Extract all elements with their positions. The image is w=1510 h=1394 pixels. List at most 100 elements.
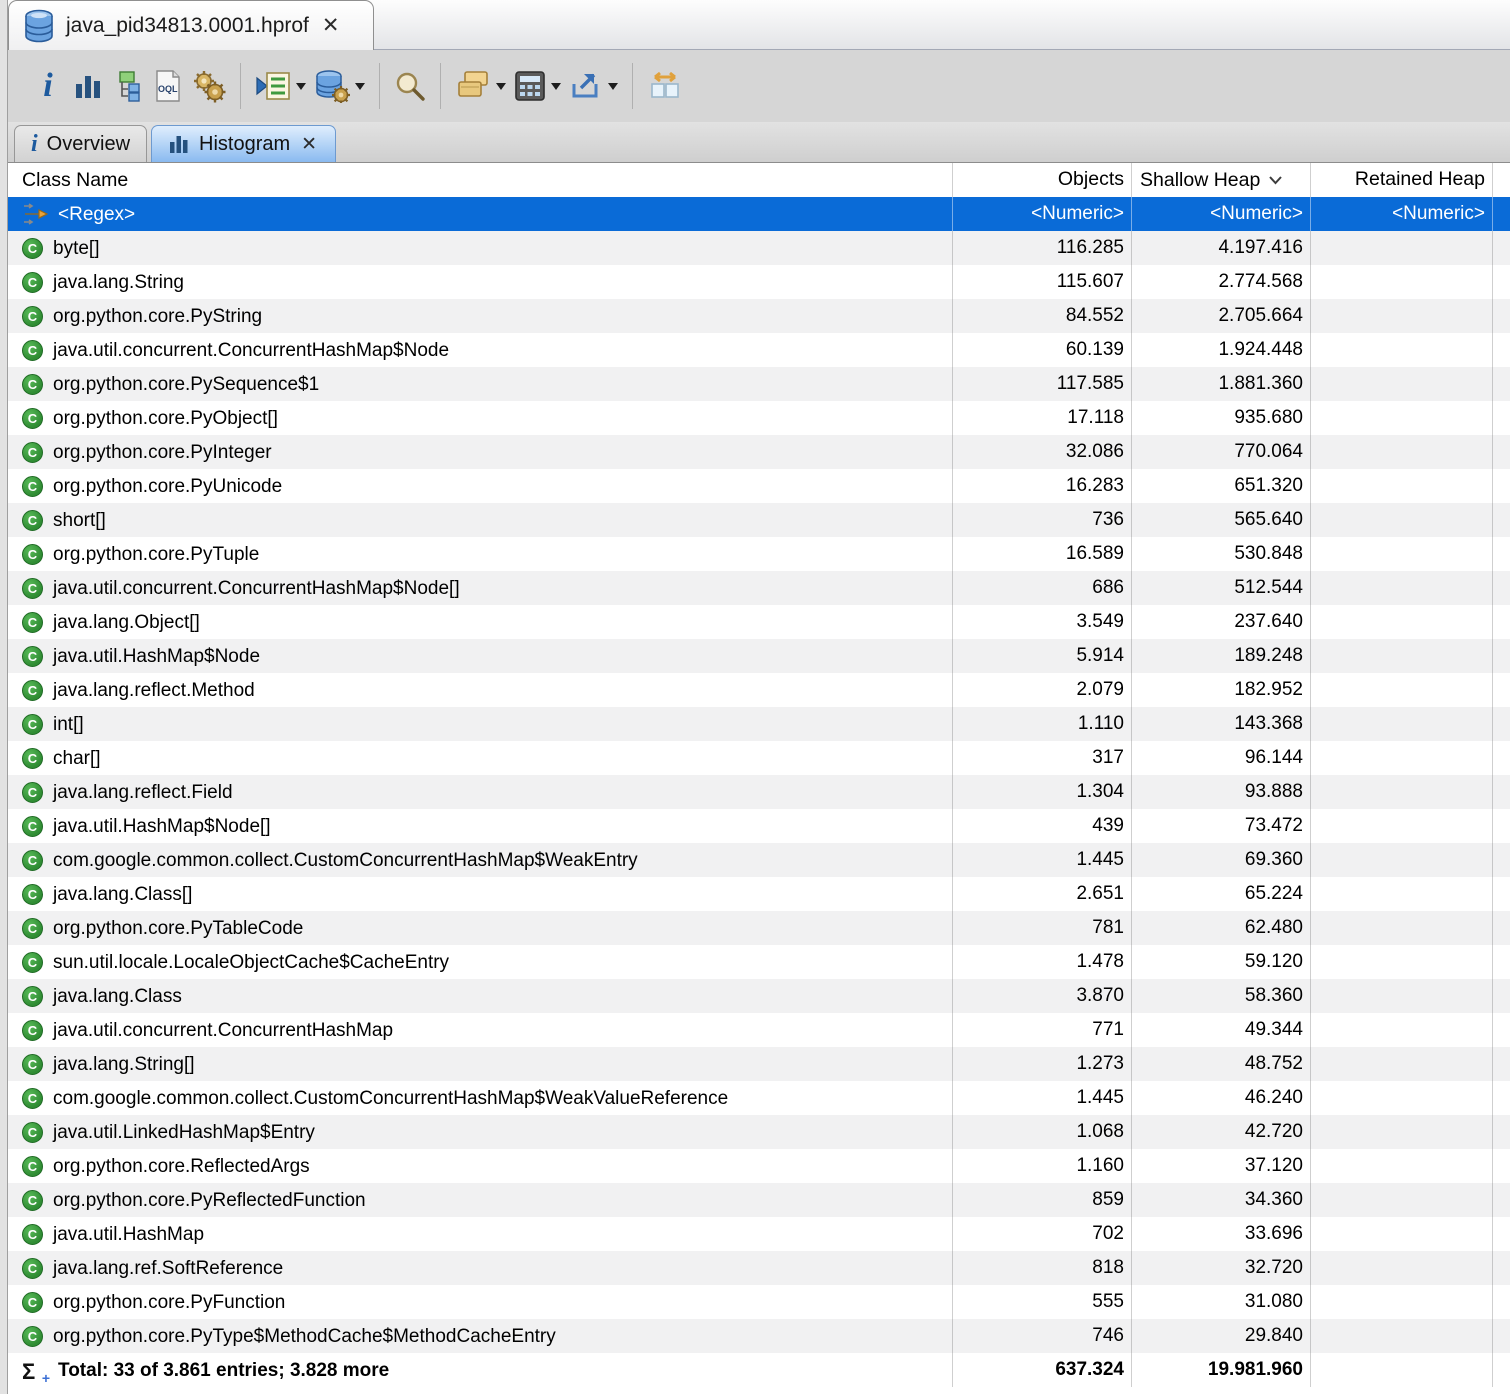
table-row[interactable]: C java.util.concurrent.ConcurrentHashMap… [8, 571, 1510, 605]
objects-value: 555 [953, 1285, 1132, 1319]
table-row[interactable]: C java.lang.String 115.607 2.774.568 [8, 265, 1510, 299]
row-tail [1493, 979, 1510, 1013]
column-header-objects[interactable]: Objects [953, 163, 1132, 197]
shallow-heap-value: 182.952 [1132, 673, 1311, 707]
table-row[interactable]: C int[] 1.110 143.368 [8, 707, 1510, 741]
table-row[interactable]: C java.lang.reflect.Method 2.079 182.952 [8, 673, 1510, 707]
customize-expert-button[interactable] [188, 62, 230, 110]
table-row[interactable]: C java.lang.Class 3.870 58.360 [8, 979, 1510, 1013]
column-header-class-name[interactable]: Class Name [8, 163, 953, 197]
filter-row[interactable]: <Regex> <Numeric> <Numeric> <Numeric> [8, 197, 1510, 231]
row-tail [1493, 911, 1510, 945]
row-tail [1493, 707, 1510, 741]
table-row[interactable]: C org.python.core.ReflectedArgs 1.160 37… [8, 1149, 1510, 1183]
shallow-heap-filter-input[interactable]: <Numeric> [1132, 197, 1311, 231]
tab-histogram[interactable]: Histogram ✕ [151, 125, 336, 162]
dominator-tree-button[interactable] [108, 62, 148, 110]
table-row[interactable]: C java.util.concurrent.ConcurrentHashMap… [8, 333, 1510, 367]
table-row[interactable]: C java.util.LinkedHashMap$Entry 1.068 42… [8, 1115, 1510, 1149]
objects-value: 1.160 [953, 1149, 1132, 1183]
dropdown-arrow-icon[interactable] [296, 83, 306, 90]
heap-dump-actions-button[interactable] [310, 62, 369, 110]
class-name: org.python.core.PyTableCode [53, 912, 303, 945]
table-row[interactable]: C org.python.core.PyInteger 32.086 770.0… [8, 435, 1510, 469]
objects-value: 439 [953, 809, 1132, 843]
table-row[interactable]: C org.python.core.PyFunction 555 31.080 [8, 1285, 1510, 1319]
class-name: java.util.HashMap$Node [53, 640, 260, 673]
table-row[interactable]: C java.util.HashMap 702 33.696 [8, 1217, 1510, 1251]
table-row[interactable]: C java.util.HashMap$Node[] 439 73.472 [8, 809, 1510, 843]
retained-heap-value [1311, 1115, 1493, 1149]
shallow-heap-value: 2.705.664 [1132, 299, 1311, 333]
table-row[interactable]: C sun.util.locale.LocaleObjectCache$Cach… [8, 945, 1510, 979]
class-icon: C [22, 850, 43, 871]
class-name: java.util.HashMap [53, 1218, 204, 1251]
dropdown-arrow-icon[interactable] [608, 83, 618, 90]
objects-value: 1.445 [953, 1081, 1132, 1115]
table-row[interactable]: C java.lang.reflect.Field 1.304 93.888 [8, 775, 1510, 809]
class-name: org.python.core.PyObject[] [53, 402, 278, 435]
table-row[interactable]: C org.python.core.PyType$MethodCache$Met… [8, 1319, 1510, 1353]
class-icon: C [22, 1156, 43, 1177]
editor-tab-close-icon[interactable]: ✕ [320, 15, 342, 36]
editor-tab-hprof[interactable]: java_pid34813.0001.hprof ✕ [8, 0, 374, 50]
retained-heap-value [1311, 1081, 1493, 1115]
class-icon: C [22, 272, 43, 293]
heap-info-button[interactable]: i [28, 62, 68, 110]
shallow-heap-value: 59.120 [1132, 945, 1311, 979]
table-row[interactable]: C java.lang.Class[] 2.651 65.224 [8, 877, 1510, 911]
class-name: java.lang.reflect.Method [53, 674, 255, 707]
objects-value: 2.079 [953, 673, 1132, 707]
retained-heap-value [1311, 1285, 1493, 1319]
table-row[interactable]: C java.lang.ref.SoftReference 818 32.720 [8, 1251, 1510, 1285]
retained-heap-value [1311, 843, 1493, 877]
objects-filter-input[interactable]: <Numeric> [953, 197, 1132, 231]
compare-to-another-heap-button[interactable] [643, 62, 687, 110]
class-name: org.python.core.PyUnicode [53, 470, 282, 503]
retained-heap-filter-input[interactable]: <Numeric> [1311, 197, 1493, 231]
table-row[interactable]: C short[] 736 565.640 [8, 503, 1510, 537]
class-icon: C [22, 1224, 43, 1245]
export-button[interactable] [565, 62, 622, 110]
table-row[interactable]: C java.lang.String[] 1.273 48.752 [8, 1047, 1510, 1081]
row-tail [1493, 333, 1510, 367]
info-icon: i [43, 69, 52, 103]
search-button[interactable] [390, 62, 430, 110]
table-row[interactable]: C org.python.core.PyString 84.552 2.705.… [8, 299, 1510, 333]
table-row[interactable]: C org.python.core.PyUnicode 16.283 651.3… [8, 469, 1510, 503]
dropdown-arrow-icon[interactable] [496, 83, 506, 90]
toolbar: i OQL [8, 50, 1510, 122]
class-name: org.python.core.PyString [53, 300, 262, 333]
class-name: com.google.common.collect.CustomConcurre… [53, 844, 638, 877]
table-row[interactable]: C com.google.common.collect.CustomConcur… [8, 1081, 1510, 1115]
class-icon: C [22, 340, 43, 361]
column-header-shallow-heap[interactable]: Shallow Heap [1132, 163, 1311, 197]
table-row[interactable]: C org.python.core.PyTableCode 781 62.480 [8, 911, 1510, 945]
table-row[interactable]: C org.python.core.PyReflectedFunction 85… [8, 1183, 1510, 1217]
run-expert-report-button[interactable] [251, 62, 310, 110]
table-row[interactable]: C java.util.HashMap$Node 5.914 189.248 [8, 639, 1510, 673]
calculator-icon [514, 70, 546, 102]
shallow-heap-value: 65.224 [1132, 877, 1311, 911]
dropdown-arrow-icon[interactable] [551, 83, 561, 90]
table-row[interactable]: C char[] 317 96.144 [8, 741, 1510, 775]
group-by-button[interactable] [451, 62, 510, 110]
table-row[interactable]: C java.lang.Object[] 3.549 237.640 [8, 605, 1510, 639]
table-row[interactable]: C org.python.core.PyTuple 16.589 530.848 [8, 537, 1510, 571]
shallow-heap-value: 62.480 [1132, 911, 1311, 945]
table-row[interactable]: C byte[] 116.285 4.197.416 [8, 231, 1510, 265]
table-row[interactable]: C java.util.concurrent.ConcurrentHashMap… [8, 1013, 1510, 1047]
tab-histogram-close-icon[interactable]: ✕ [299, 135, 319, 154]
calculate-retained-size-button[interactable] [510, 62, 565, 110]
column-header-retained-heap[interactable]: Retained Heap [1311, 163, 1493, 197]
tab-overview[interactable]: i Overview [14, 125, 147, 162]
table-row[interactable]: C org.python.core.PySequence$1 117.585 1… [8, 367, 1510, 401]
dropdown-arrow-icon[interactable] [355, 83, 365, 90]
info-icon: i [31, 132, 38, 156]
row-tail [1493, 1115, 1510, 1149]
table-row[interactable]: C org.python.core.PyObject[] 17.118 935.… [8, 401, 1510, 435]
regex-filter-input[interactable]: <Regex> [58, 198, 135, 231]
oql-button[interactable]: OQL [148, 62, 188, 110]
histogram-button[interactable] [68, 62, 108, 110]
table-row[interactable]: C com.google.common.collect.CustomConcur… [8, 843, 1510, 877]
